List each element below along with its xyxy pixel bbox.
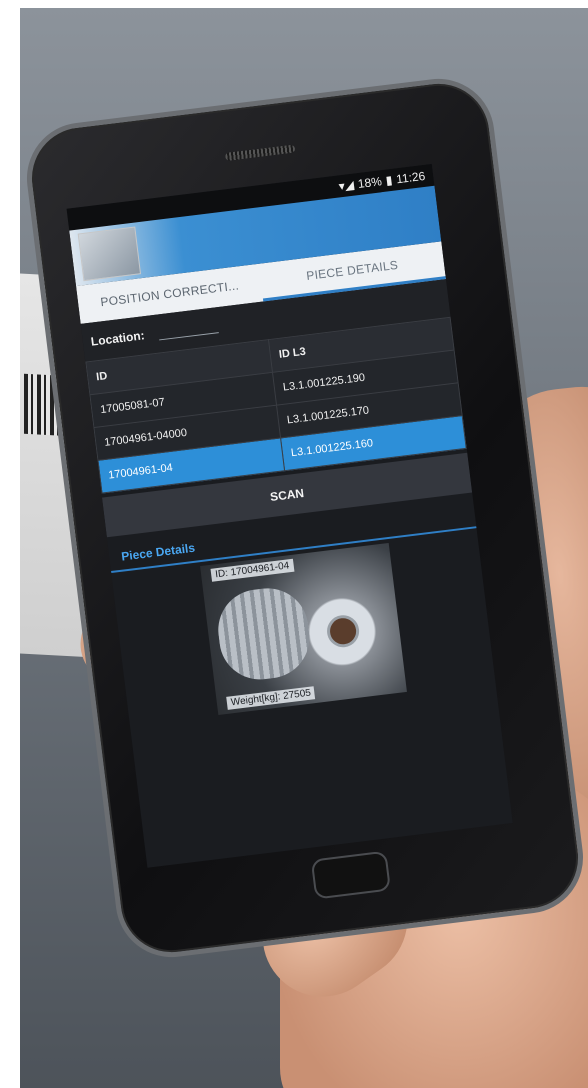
battery-percent: 18%	[357, 174, 383, 192]
signal-icon: ▾◢	[337, 177, 355, 194]
piece-weight-label: Weight[kg]: 27505	[226, 686, 316, 710]
company-logo	[77, 226, 142, 282]
battery-icon: ▮	[384, 172, 394, 188]
coil-photo: ID: 17004961-04 Weight[kg]: 27505	[200, 542, 407, 716]
smartphone: ▾◢ 18% ▮ 11:26 POSITION CORRECTI... PIEC…	[20, 72, 588, 964]
coil-core-image	[325, 613, 361, 650]
coil-stack-image	[213, 583, 314, 685]
photo-background: ▾◢ 18% ▮ 11:26 POSITION CORRECTI... PIEC…	[20, 8, 588, 1088]
location-label: Location:	[90, 328, 146, 349]
location-input[interactable]	[159, 332, 219, 341]
clock: 11:26	[395, 168, 427, 187]
piece-id-label: ID: 17004961-04	[210, 558, 294, 582]
